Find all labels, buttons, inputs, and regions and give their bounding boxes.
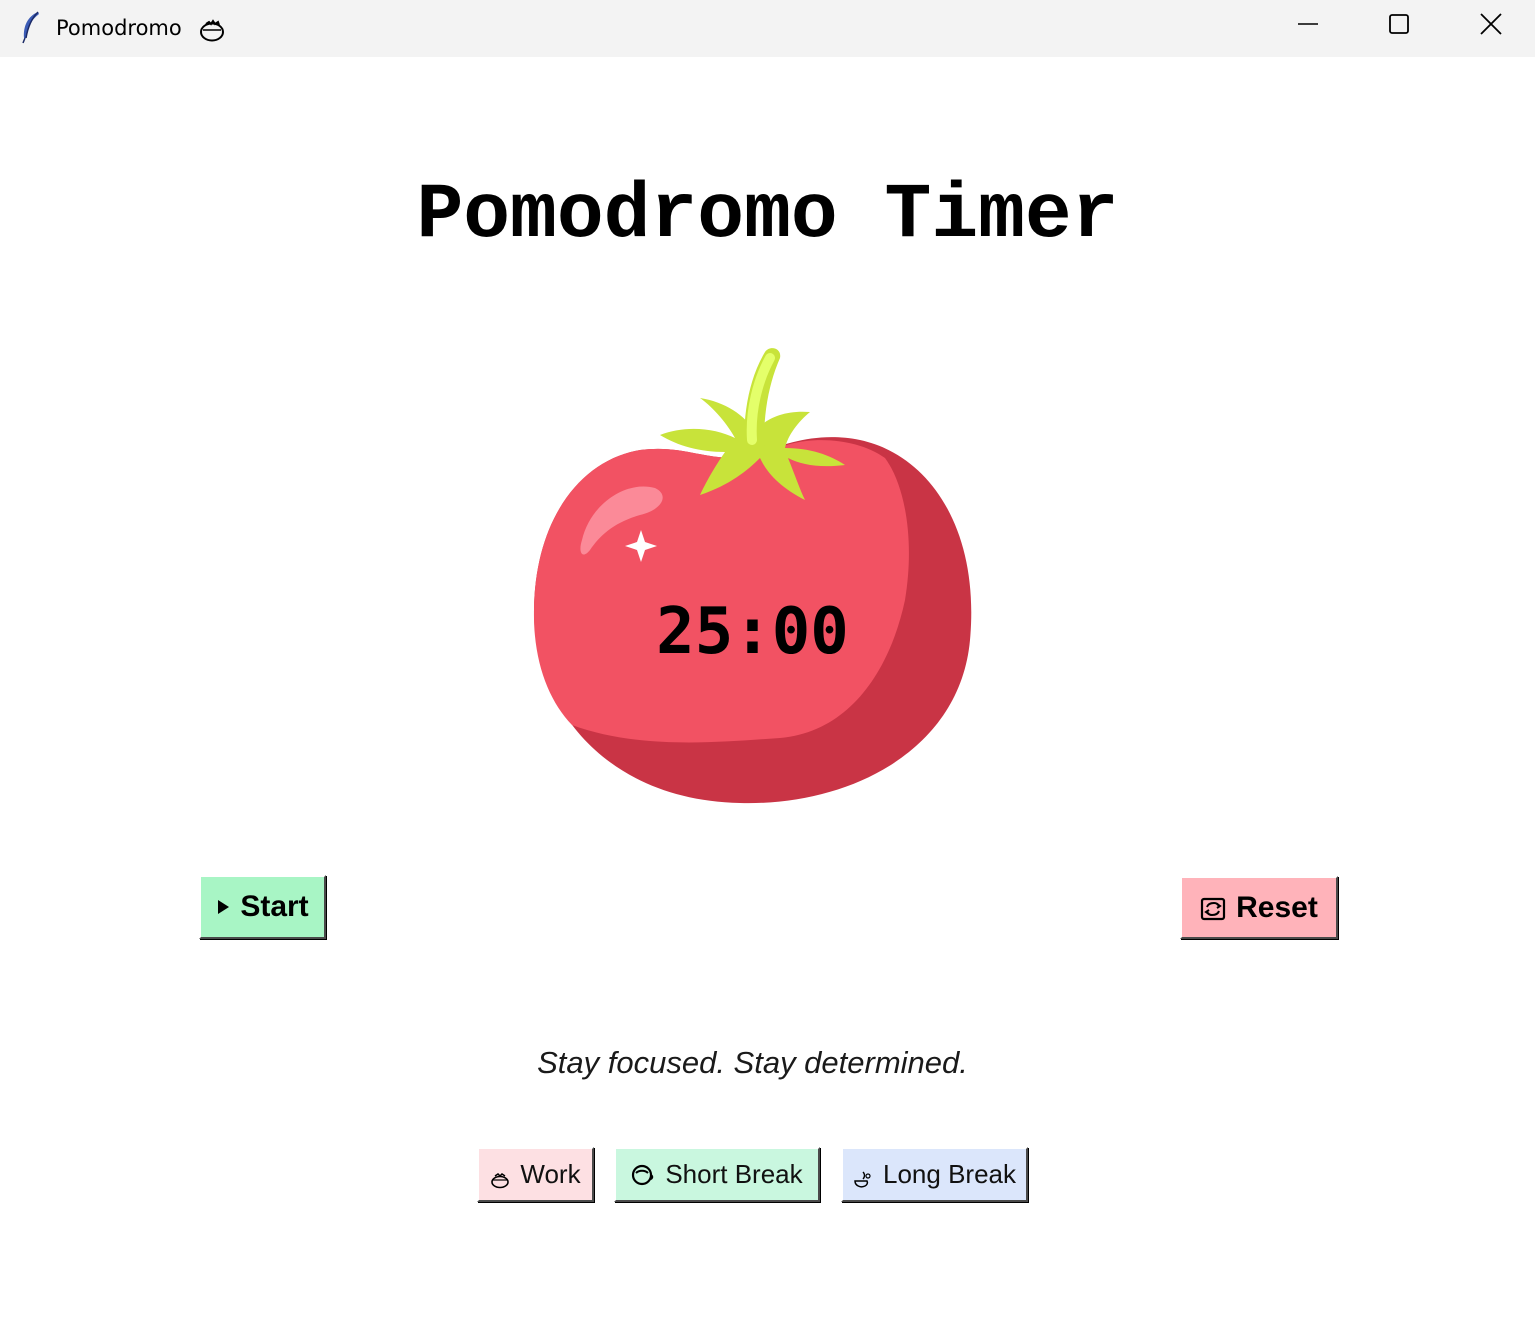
long-break-label: Long Break: [883, 1159, 1016, 1189]
tomato-illustration: [520, 340, 990, 820]
minimize-button[interactable]: [1262, 0, 1354, 52]
short-break-label: Short Break: [665, 1159, 803, 1189]
tomato-emoji-icon: [198, 16, 226, 42]
close-button[interactable]: [1445, 0, 1535, 52]
short-break-button[interactable]: Short Break: [614, 1147, 820, 1202]
play-icon: [216, 899, 230, 915]
work-mode-label: Work: [520, 1159, 581, 1189]
minimize-icon: [1297, 13, 1319, 40]
long-break-button[interactable]: Long Break: [841, 1147, 1028, 1202]
maximize-icon: [1388, 13, 1410, 40]
start-label: Start: [240, 890, 309, 923]
sleep-icon: [853, 1161, 873, 1189]
reset-icon: [1200, 895, 1226, 921]
feather-icon: [18, 10, 44, 44]
title-bar[interactable]: Pomodromo: [0, 0, 1535, 57]
window-title: Pomodromo: [56, 16, 182, 40]
reset-button[interactable]: Reset: [1180, 876, 1338, 939]
work-mode-button[interactable]: Work: [477, 1147, 594, 1202]
maximize-button[interactable]: [1353, 0, 1445, 52]
timer-display: 25:00: [656, 595, 849, 669]
motivational-quote: Stay focused. Stay determined.: [537, 1045, 968, 1080]
close-icon: [1479, 12, 1503, 41]
coffee-icon: [631, 1164, 655, 1186]
start-button[interactable]: Start: [199, 875, 326, 939]
reset-label: Reset: [1236, 890, 1318, 924]
app-window: Pomodromo Pomodromo Timer 25:00 Start Re…: [0, 0, 1535, 1317]
tomato-icon: [490, 1161, 510, 1189]
page-title: Pomodromo Timer: [416, 172, 1119, 260]
